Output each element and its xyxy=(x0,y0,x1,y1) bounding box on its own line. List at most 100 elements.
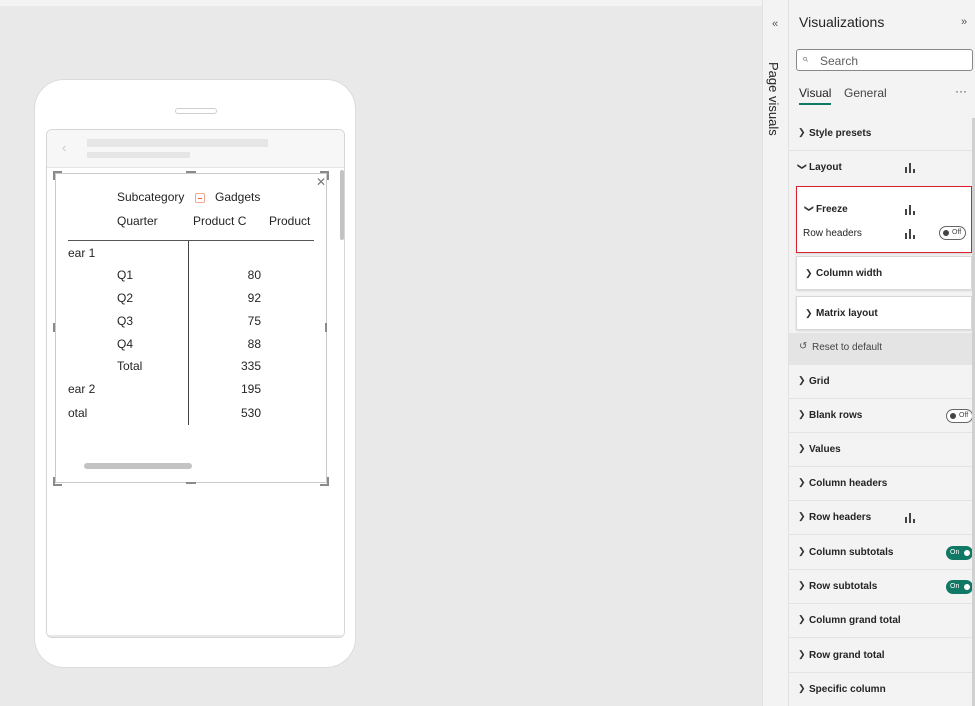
search-placeholder: Search xyxy=(820,54,859,68)
report-canvas: ‹ ✕ Subcategory Gadgets Quarter Product … xyxy=(0,0,762,706)
toggle-text: Off xyxy=(959,412,969,419)
section-column-subtotals[interactable]: ❯ Column subtotals On xyxy=(789,536,973,570)
section-column-headers[interactable]: ❯ Column headers xyxy=(789,467,972,501)
tab-visual[interactable]: Visual xyxy=(799,86,831,100)
subtitle-placeholder xyxy=(87,152,190,158)
section-column-grand-total[interactable]: ❯ Column grand total xyxy=(789,604,972,638)
chevron-right-icon: ❯ xyxy=(798,614,806,624)
column-header: Product xyxy=(269,214,311,228)
matrix-row-label: otal xyxy=(68,406,88,420)
section-row-grand-total[interactable]: ❯ Row grand total xyxy=(789,639,972,673)
matrix-cell: 530 xyxy=(240,406,261,420)
search-input[interactable]: ⌕ Search xyxy=(796,49,973,71)
tab-general[interactable]: General xyxy=(844,86,887,100)
conditional-formatting-icon[interactable] xyxy=(904,202,918,216)
chevron-right-icon: ❯ xyxy=(798,580,806,590)
column-width-card[interactable]: ❯ Column width xyxy=(796,256,972,290)
section-row-subtotals[interactable]: ❯ Row subtotals On xyxy=(789,570,973,604)
resize-handle-edge[interactable] xyxy=(325,323,327,332)
section-label: Row grand total xyxy=(809,650,885,661)
collapse-icon[interactable] xyxy=(195,193,205,203)
reset-icon: ↺ xyxy=(799,341,808,352)
double-chevron-left-icon[interactable]: « xyxy=(772,18,778,30)
chevron-right-icon: ❯ xyxy=(798,409,806,419)
chevron-right-icon: ❯ xyxy=(798,649,806,659)
resize-handle-edge[interactable] xyxy=(186,482,196,484)
title-placeholder xyxy=(87,139,268,147)
toggle-text: On xyxy=(950,583,960,590)
matrix-visual[interactable]: ✕ Subcategory Gadgets Quarter Product C … xyxy=(55,173,327,483)
row-headers-freeze-toggle[interactable]: Off xyxy=(939,226,966,240)
toggle-text: On xyxy=(950,549,960,556)
matrix-row-label: ear 1 xyxy=(68,246,96,260)
section-label: Matrix layout xyxy=(816,308,878,319)
matrix-row-label: Total xyxy=(117,359,143,373)
pane-title: Visualizations xyxy=(799,14,885,30)
canvas-top-strip xyxy=(0,0,762,6)
matrix-cell: 88 xyxy=(247,337,261,351)
chevron-right-icon: ❯ xyxy=(798,511,806,521)
section-specific-column[interactable]: ❯ Specific column xyxy=(789,673,972,706)
section-label: Style presets xyxy=(809,128,872,139)
column-header: Product C xyxy=(193,214,247,228)
matrix-cell: 75 xyxy=(247,314,261,328)
section-label: Grid xyxy=(809,376,830,387)
resize-handle-corner[interactable] xyxy=(53,477,62,486)
double-chevron-right-icon[interactable]: » xyxy=(961,16,967,28)
resize-handle-edge[interactable] xyxy=(186,171,196,173)
section-style-presets[interactable]: ❯ Style presets xyxy=(789,117,972,151)
resize-handle-corner[interactable] xyxy=(53,171,62,180)
column-subtotals-toggle[interactable]: On xyxy=(946,546,973,560)
section-row-headers[interactable]: ❯ Row headers xyxy=(789,501,972,535)
section-label: Layout xyxy=(809,162,842,173)
section-label: Column width xyxy=(816,268,883,279)
conditional-formatting-icon[interactable] xyxy=(904,226,918,240)
section-label: Column grand total xyxy=(809,615,901,626)
column-field-label: Subcategory xyxy=(117,190,185,204)
chevron-down-icon[interactable]: ❯ xyxy=(803,205,814,213)
chevron-right-icon: ❯ xyxy=(805,268,813,278)
chevron-right-icon: ❯ xyxy=(805,308,813,318)
matrix-row-label: Q1 xyxy=(117,268,134,282)
conditional-formatting-icon[interactable] xyxy=(904,160,918,174)
vertical-scrollbar[interactable] xyxy=(340,170,344,240)
freeze-card: ❯ Freeze Row headers Off xyxy=(796,186,972,253)
matrix-cell: 335 xyxy=(240,359,261,373)
frozen-column-divider xyxy=(188,241,189,425)
reset-to-default-button[interactable]: ↺ Reset to default xyxy=(789,333,972,365)
more-options-icon[interactable]: ··· xyxy=(955,84,967,98)
matrix-layout-card[interactable]: ❯ Matrix layout xyxy=(796,296,972,330)
resize-handle-edge[interactable] xyxy=(53,323,55,332)
section-grid[interactable]: ❯ Grid xyxy=(789,365,972,399)
page-visuals-rail[interactable]: « Page visuals xyxy=(762,0,788,706)
reset-label: Reset to default xyxy=(812,342,883,353)
freeze-label[interactable]: Freeze xyxy=(816,204,848,215)
resize-handle-corner[interactable] xyxy=(320,477,329,486)
chevron-right-icon: ❯ xyxy=(798,443,806,453)
section-label: Values xyxy=(809,444,841,455)
screen-bottom-edge xyxy=(47,635,344,637)
conditional-formatting-icon[interactable] xyxy=(904,510,918,524)
matrix-row-label: ear 2 xyxy=(68,382,96,396)
section-label: Row subtotals xyxy=(809,581,878,592)
horizontal-scrollbar[interactable] xyxy=(84,463,192,469)
page-visuals-label[interactable]: Page visuals xyxy=(766,62,781,136)
section-label: Column subtotals xyxy=(809,547,894,558)
section-label: Blank rows xyxy=(809,410,863,421)
visualizations-pane: Visualizations » ⌕ Search Visual General… xyxy=(788,0,975,706)
chevron-right-icon: ❯ xyxy=(798,546,806,556)
column-field-value: Gadgets xyxy=(215,190,261,204)
section-values[interactable]: ❯ Values xyxy=(789,433,972,467)
section-label: Row headers xyxy=(809,512,872,523)
row-headers-freeze-label: Row headers xyxy=(803,228,862,239)
row-subtotals-toggle[interactable]: On xyxy=(946,580,973,594)
chevron-right-icon: ❯ xyxy=(798,477,806,487)
matrix-row-label: Q4 xyxy=(117,337,134,351)
search-icon: ⌕ xyxy=(802,53,809,65)
blank-rows-toggle[interactable]: Off xyxy=(946,409,973,423)
section-layout[interactable]: ❯ Layout xyxy=(789,151,972,185)
section-blank-rows[interactable]: ❯ Blank rows Off xyxy=(789,399,973,433)
active-tab-indicator xyxy=(799,103,831,105)
matrix-cell: 195 xyxy=(240,382,261,396)
resize-handle-corner[interactable] xyxy=(320,171,329,180)
